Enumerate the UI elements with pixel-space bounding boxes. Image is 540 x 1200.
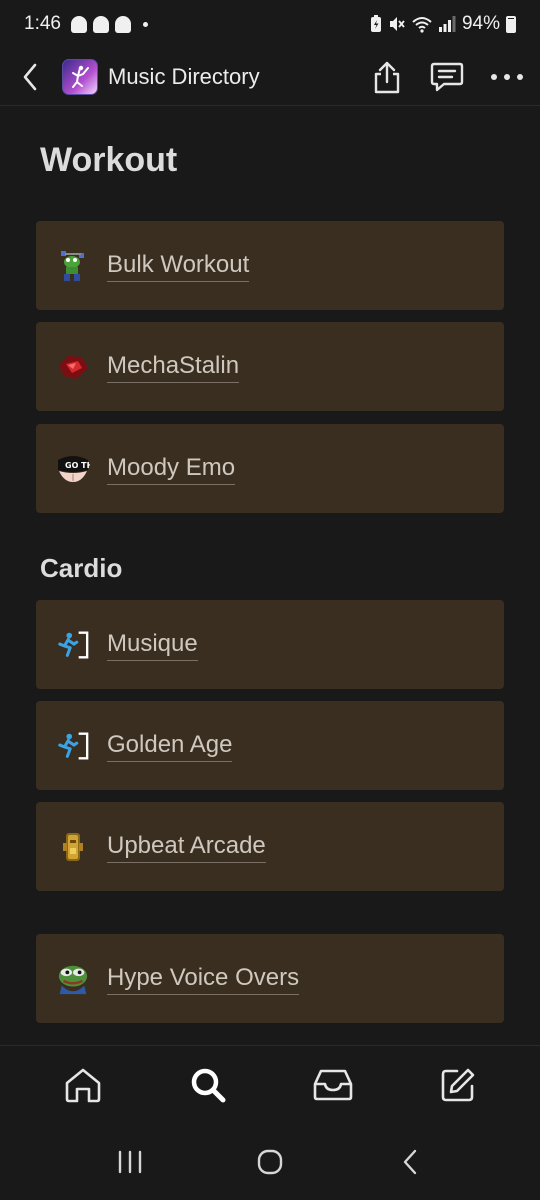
recents-button[interactable] (100, 1132, 160, 1192)
nav-search-button[interactable] (178, 1055, 238, 1115)
page-content[interactable]: Workout Bulk Workout MechaStalin GO TH M… (0, 107, 540, 1045)
edit-icon (441, 1068, 474, 1101)
back-arrow-icon (23, 63, 37, 90)
workspace-icon[interactable] (62, 58, 98, 95)
recents-icon (118, 1150, 142, 1173)
comments-button[interactable] (424, 54, 470, 100)
page-link-upbeat-arcade[interactable]: Upbeat Arcade (36, 802, 504, 891)
status-left: 1:46 (24, 13, 148, 35)
status-time: 1:46 (24, 13, 61, 34)
comment-icon (430, 62, 464, 91)
pepe-frog-icon (56, 962, 90, 996)
svg-text:GO TH: GO TH (65, 461, 90, 470)
status-bar: 1:46 94% (0, 0, 540, 48)
nav-inbox-button[interactable] (303, 1055, 363, 1115)
inbox-icon (313, 1069, 352, 1100)
running-exit-icon (56, 628, 90, 662)
golden-idol-icon (56, 830, 90, 864)
more-button[interactable] (484, 54, 530, 100)
nav-home-button[interactable] (53, 1055, 113, 1115)
snapchat-icon (92, 15, 109, 33)
section-heading-cardio: Cardio (40, 553, 123, 583)
red-gem-icon (56, 350, 90, 384)
notification-dot (142, 21, 148, 27)
page-link-label[interactable]: Musique (107, 629, 198, 661)
nav-new-page-button[interactable] (428, 1055, 488, 1115)
share-icon (374, 61, 400, 93)
page-link-bulk-workout[interactable]: Bulk Workout (36, 221, 504, 310)
back-chevron-icon (403, 1149, 417, 1174)
workspace-title[interactable]: Music Directory (108, 64, 260, 90)
page-link-mechastalin[interactable]: MechaStalin (36, 322, 504, 411)
back-button[interactable] (4, 51, 56, 103)
app-header: Music Directory (0, 48, 540, 106)
page-link-musique[interactable]: Musique (36, 600, 504, 689)
status-right: 94% (370, 13, 516, 35)
home-circle-icon (257, 1149, 283, 1174)
system-navigation (0, 1123, 540, 1200)
header-actions (364, 54, 530, 100)
page-link-label[interactable]: Hype Voice Overs (107, 963, 300, 995)
share-button[interactable] (364, 54, 410, 100)
system-back-button[interactable] (380, 1132, 440, 1192)
frog-lifter-icon (56, 249, 90, 283)
wifi-icon (412, 17, 432, 33)
page-link-golden-age[interactable]: Golden Age (36, 701, 504, 790)
bottom-navigation (0, 1045, 540, 1123)
battery-saver-icon (370, 15, 381, 32)
page-link-label[interactable]: Upbeat Arcade (107, 831, 266, 863)
mute-icon (389, 17, 405, 31)
dancer-figure-icon (72, 65, 89, 88)
signal-icon (438, 16, 456, 32)
more-icon (491, 73, 523, 80)
page-link-hype-voice-overs[interactable]: Hype Voice Overs (36, 934, 504, 1023)
page-link-label[interactable]: Moody Emo (107, 453, 236, 485)
system-home-button[interactable] (240, 1132, 300, 1192)
running-exit-icon (56, 729, 90, 763)
battery-icon (506, 15, 516, 33)
home-icon (65, 1068, 100, 1102)
page-link-label[interactable]: Golden Age (107, 730, 233, 762)
goth-badge-icon: GO TH (56, 452, 90, 486)
page-link-moody-emo[interactable]: GO TH Moody Emo (36, 424, 504, 513)
snapchat-icon (114, 15, 131, 33)
search-icon (191, 1068, 225, 1102)
page-link-label[interactable]: MechaStalin (107, 351, 240, 383)
snapchat-icon (70, 15, 87, 33)
page-title: Workout (40, 141, 178, 179)
page-link-label[interactable]: Bulk Workout (107, 250, 250, 282)
battery-percent: 94% (461, 13, 500, 34)
